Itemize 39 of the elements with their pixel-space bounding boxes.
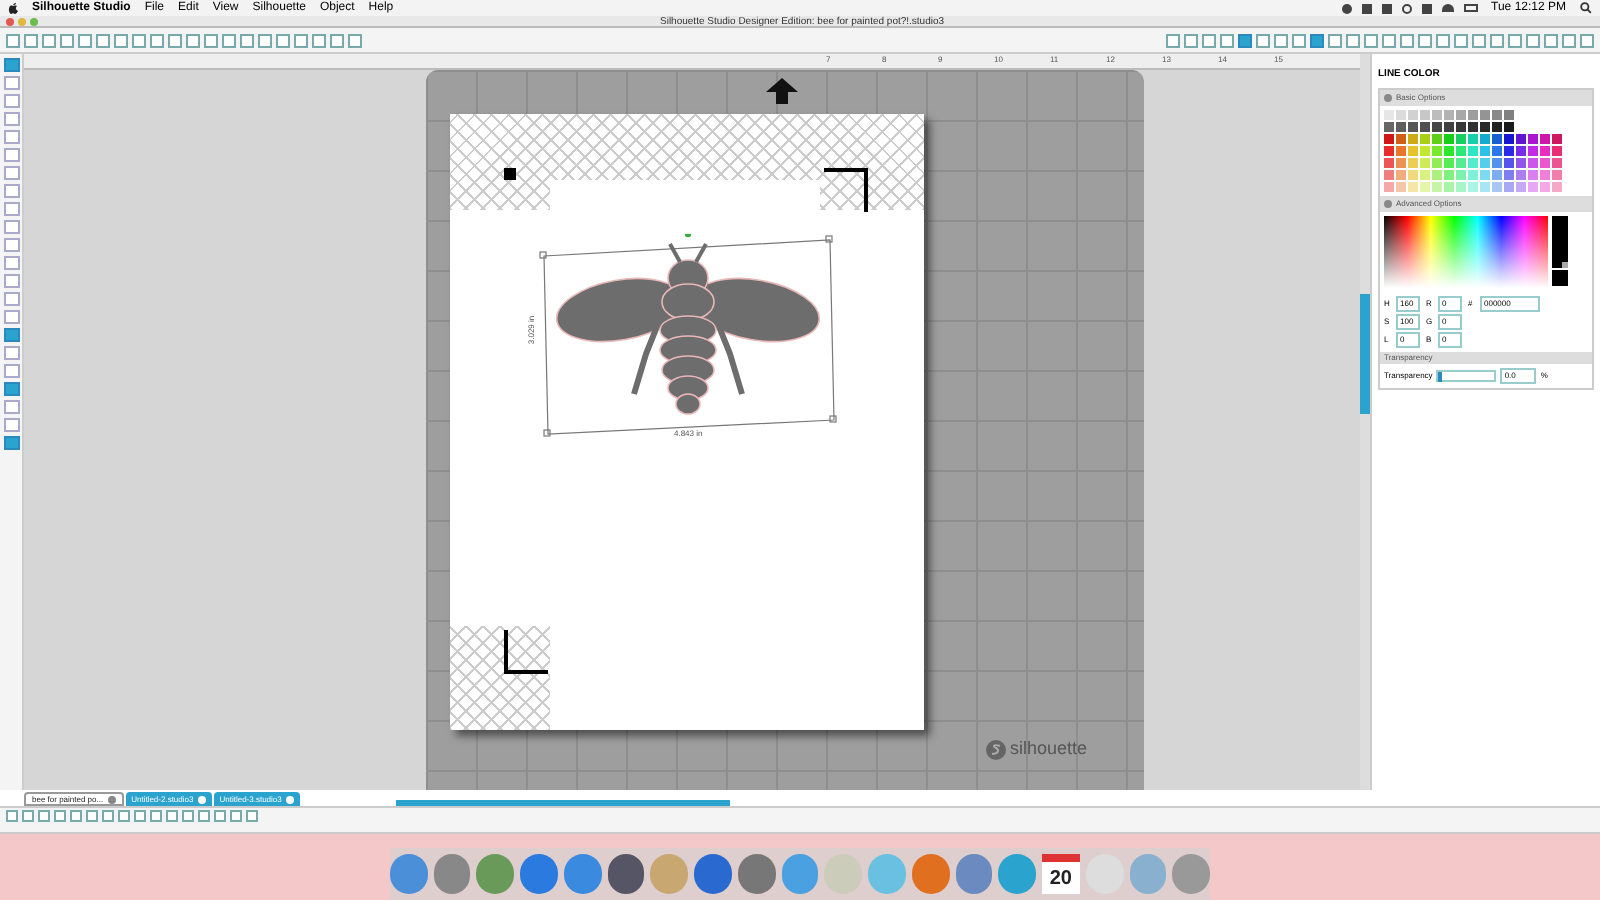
collapse-icon[interactable] <box>1384 93 1392 101</box>
minimize-button[interactable] <box>18 17 26 25</box>
app-icon[interactable] <box>433 854 471 894</box>
color-spectrum[interactable] <box>1384 215 1548 287</box>
registration-square <box>504 168 516 180</box>
slider-thumb[interactable] <box>1562 261 1568 267</box>
color-preview <box>1552 269 1568 285</box>
crosshatch-area <box>450 626 550 730</box>
battery-icon[interactable] <box>1463 4 1478 12</box>
app-icon[interactable] <box>476 854 515 894</box>
close-tab-icon[interactable] <box>197 795 206 803</box>
up-arrow-icon[interactable] <box>766 78 798 104</box>
transparency-slider[interactable] <box>1436 369 1497 381</box>
horizontal-scrollbar[interactable] <box>396 800 730 806</box>
registration-corner-mark <box>504 630 548 674</box>
brand-logo: silhouette <box>1010 736 1088 762</box>
color-palette[interactable] <box>1380 105 1592 195</box>
apple-icon[interactable] <box>8 2 18 14</box>
app-icon[interactable] <box>520 854 558 894</box>
collapse-icon[interactable] <box>1384 199 1392 207</box>
app-icon[interactable] <box>694 854 732 894</box>
swirl-logo-icon <box>986 739 1006 760</box>
zoom-button[interactable] <box>30 17 38 25</box>
app-icon[interactable] <box>911 854 950 894</box>
app-icon[interactable] <box>737 854 776 894</box>
close-button[interactable] <box>6 17 14 25</box>
lightness-slider[interactable] <box>1552 215 1568 267</box>
app-icon[interactable] <box>955 854 993 894</box>
registration-corner-mark <box>824 168 868 212</box>
slider-thumb[interactable] <box>1438 371 1443 381</box>
app-icon[interactable] <box>563 854 602 894</box>
close-tab-icon[interactable] <box>107 795 116 803</box>
search-icon[interactable] <box>1580 2 1592 14</box>
close-tab-icon[interactable] <box>285 795 294 803</box>
app-icon[interactable] <box>607 854 645 894</box>
calendar-icon[interactable]: 20 <box>1042 854 1080 894</box>
app-icon[interactable] <box>390 854 428 894</box>
selection-box-drawing[interactable] <box>539 234 837 437</box>
panel-scrollbar[interactable] <box>1360 294 1370 414</box>
